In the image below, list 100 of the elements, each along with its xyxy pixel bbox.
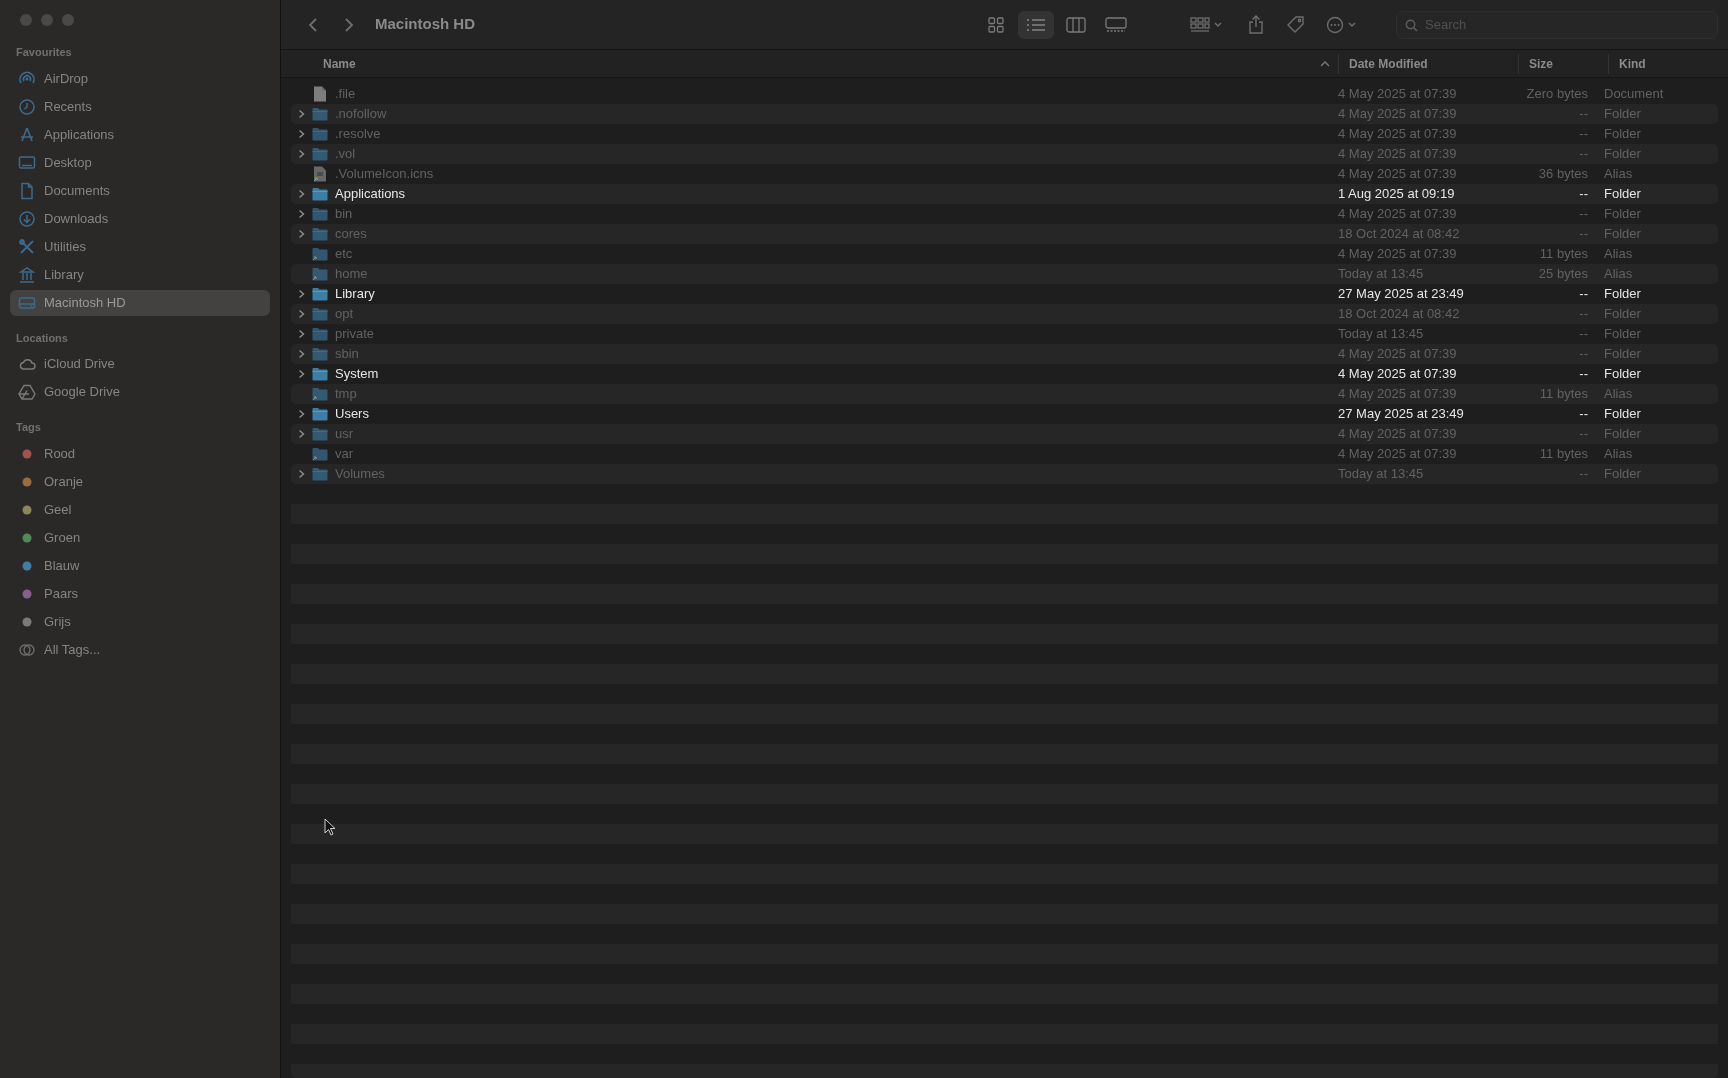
size-cell-text: -- [1578,305,1589,324]
file-row[interactable]: .resolve 4 May 2025 at 07:39 -- Folder [291,124,1718,144]
kind-cell-text: Folder [1603,425,1642,444]
file-name: etc [335,245,353,264]
size-cell-text: 11 bytes [1538,445,1589,464]
file-row[interactable]: .file 4 May 2025 at 07:39 Zero bytes Document [291,84,1718,104]
kind-cell-text: Alias [1603,245,1634,264]
sidebar-item[interactable]: Utilities [10,233,270,260]
ellipsis-icon [1326,15,1344,34]
disclosure-chevron-icon[interactable] [297,349,305,359]
file-row[interactable]: bin 4 May 2025 at 07:39 -- Folder [291,204,1718,224]
disclosure-chevron-icon[interactable] [297,129,305,139]
sidebar-item[interactable]: iCloud Drive [10,351,270,377]
kind-cell-text: Folder [1603,225,1642,244]
sidebar-item[interactable]: Geel [10,496,270,523]
date-modified-cell-text: Today at 13:45 [1337,325,1425,344]
folder-icon [312,407,328,421]
file-row[interactable]: .nofollow 4 May 2025 at 07:39 -- Folder [291,104,1718,124]
size-cell-text: -- [1578,365,1589,384]
file-name: home [335,265,368,284]
file-row[interactable]: sbin 4 May 2025 at 07:39 -- Folder [291,344,1718,364]
file-name: usr [335,425,354,444]
sidebar-item[interactable]: Applications [10,121,270,148]
disclosure-chevron-icon[interactable] [297,429,305,439]
size-cell-text: Zero bytes [1525,85,1589,104]
disclosure-chevron-icon[interactable] [297,409,305,419]
column-heading[interactable]: Kind [1608,53,1728,74]
date-modified-cell-text: 4 May 2025 at 07:39 [1337,165,1458,184]
file-row[interactable]: cores 18 Oct 2024 at 08:42 -- Folder [291,224,1718,244]
file-row[interactable]: Applications 1 Aug 2025 at 09:19 -- Folder [291,184,1718,204]
file-name: Volumes [335,465,385,484]
sidebar-item[interactable]: Blauw [10,552,270,579]
disclosure-chevron-icon[interactable] [297,289,305,299]
file-row[interactable]: .vol 4 May 2025 at 07:39 -- Folder [291,144,1718,164]
sidebar-item[interactable]: Oranje [10,468,270,495]
folder-icon [312,227,328,241]
tools-icon [18,237,36,256]
column-view-icon [1066,16,1086,33]
sidebar-item[interactable]: AirDrop [10,65,270,92]
file-row[interactable]: opt 18 Oct 2024 at 08:42 -- Folder [291,304,1718,324]
column-heading[interactable]: Name [281,53,1338,74]
kind-cell-text: Alias [1603,265,1634,284]
disclosure-chevron-icon[interactable] [297,369,305,379]
document-icon [18,181,36,200]
file-row[interactable]: tmp 4 May 2025 at 07:39 11 bytes Alias [291,384,1718,404]
file-name: Library [335,285,375,304]
disclosure-chevron-icon[interactable] [297,469,305,479]
file-row[interactable]: Library 27 May 2025 at 23:49 -- Folder [291,284,1718,304]
sidebar-item[interactable]: Groen [10,524,270,551]
sidebar-item[interactable]: Downloads [10,205,270,232]
sidebar-item[interactable]: All Tags... [10,636,270,663]
disclosure-chevron-icon[interactable] [297,229,305,239]
file-row[interactable]: var 4 May 2025 at 07:39 11 bytes Alias [291,444,1718,464]
file-row[interactable]: home Today at 13:45 25 bytes Alias [291,264,1718,284]
disclosure-chevron-icon[interactable] [297,309,305,319]
kind-cell-text: Folder [1603,305,1642,324]
file-row[interactable]: Volumes Today at 13:45 -- Folder [291,464,1718,484]
building-columns-icon [18,265,36,284]
clock-icon [18,97,36,116]
column-heading[interactable]: Size [1518,53,1608,74]
icon-view-grid-icon [987,15,1005,34]
view-mode-button[interactable] [1018,10,1054,39]
date-modified-cell-text: 4 May 2025 at 07:39 [1337,445,1458,464]
sidebar-item[interactable]: Macintosh HD [10,289,270,316]
sidebar-item[interactable]: Google Drive [10,379,270,405]
sidebar-item[interactable]: Grijs [10,608,270,635]
disclosure-chevron-icon[interactable] [297,189,305,199]
size-cell-text: -- [1578,205,1589,224]
disclosure-chevron-icon[interactable] [297,329,305,339]
disclosure-chevron-icon[interactable] [297,109,305,119]
kind-cell-text: Alias [1603,165,1634,184]
sidebar-item[interactable]: Rood [10,440,270,467]
sidebar-item[interactable]: Documents [10,177,270,204]
file-row[interactable]: System 4 May 2025 at 07:39 -- Folder [291,364,1718,384]
date-modified-cell-text: Today at 13:45 [1337,265,1425,284]
sidebar-item[interactable]: Paars [10,580,270,607]
app-store-a-icon [18,125,36,144]
size-cell-text: -- [1578,185,1589,204]
folder-icon [312,107,328,121]
file-row[interactable]: etc 4 May 2025 at 07:39 11 bytes Alias [291,244,1718,264]
kind-cell-text: Alias [1603,445,1634,464]
folder-alias-icon [312,387,328,401]
disclosure-chevron-icon[interactable] [297,149,305,159]
file-row[interactable]: usr 4 May 2025 at 07:39 -- Folder [291,424,1718,444]
sidebar-item[interactable]: Library [10,261,270,288]
date-modified-cell-text: 4 May 2025 at 07:39 [1337,385,1458,404]
file-row[interactable]: Users 27 May 2025 at 23:49 -- Folder [291,404,1718,424]
date-modified-cell-text: 4 May 2025 at 07:39 [1337,85,1458,104]
sidebar-item[interactable]: Recents [10,93,270,120]
file-row[interactable]: .VolumeIcon.icns 4 May 2025 at 07:39 36 bytes Alias [291,164,1718,184]
sidebar-item[interactable]: Desktop [10,149,270,176]
kind-cell-text: Folder [1603,185,1642,204]
kind-cell-text: Folder [1603,325,1642,344]
file-row[interactable]: private Today at 13:45 -- Folder [291,324,1718,344]
column-heading[interactable]: Date Modified [1338,53,1518,74]
file-name: cores [335,225,367,244]
disclosure-chevron-icon[interactable] [297,209,305,219]
mouse-pointer-icon [324,818,336,836]
date-modified-cell-text: 4 May 2025 at 07:39 [1337,345,1458,364]
kind-cell-text: Alias [1603,385,1634,404]
